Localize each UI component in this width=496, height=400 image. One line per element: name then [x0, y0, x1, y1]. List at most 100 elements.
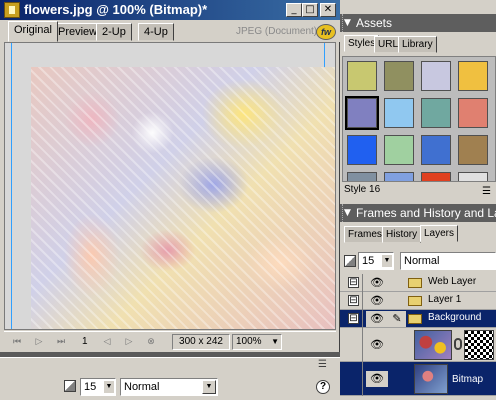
collapse-toggle[interactable]: ⊟	[348, 277, 359, 288]
canvas-area[interactable]	[4, 42, 336, 330]
style-swatch[interactable]	[421, 61, 451, 91]
panel-grip[interactable]	[340, 14, 343, 32]
layer-name: Web Layer	[428, 276, 477, 287]
style-swatch[interactable]	[421, 98, 451, 128]
collapse-toggle[interactable]: ⊟	[348, 313, 359, 324]
folder-icon	[408, 296, 422, 306]
mask-thumbnail	[464, 330, 494, 360]
layer-row-layer-1[interactable]: ⊟ 👁 Layer 1	[340, 292, 496, 310]
layer-list: ⊟ 👁 Web Layer ⊟ 👁 Layer 1 ⊟ 👁 ✎ Backgrou…	[340, 274, 496, 400]
quick-export-button[interactable]: fw	[316, 24, 336, 40]
style-swatch[interactable]	[421, 172, 451, 181]
help-icon[interactable]: ?	[316, 380, 330, 394]
layer-opacity-field[interactable]: 15 ▼	[358, 252, 394, 270]
opacity-icon	[344, 255, 356, 267]
style-swatch[interactable]	[347, 172, 377, 181]
style-swatch[interactable]	[421, 135, 451, 165]
object-row-bitmap[interactable]: 👁 Bitmap	[340, 362, 496, 396]
image-size-display: 300 x 242	[172, 334, 230, 350]
eye-icon[interactable]: 👁	[366, 275, 388, 291]
style-swatch[interactable]	[458, 135, 488, 165]
opacity-icon	[64, 380, 76, 392]
current-frame-number: 1	[82, 336, 88, 347]
opacity-field[interactable]: 15 ▼	[80, 378, 116, 396]
folder-icon	[408, 278, 422, 288]
tab-2-up[interactable]: 2-Up	[96, 23, 132, 41]
style-swatch[interactable]	[458, 172, 488, 181]
opacity-value: 15	[84, 381, 97, 393]
layers-panel-title: Frames and History and Layers	[356, 206, 496, 220]
collapse-triangle-icon[interactable]: ▼	[344, 14, 351, 32]
column-divider	[362, 328, 363, 362]
flowers-bitmap-image[interactable]	[31, 67, 335, 329]
document-view-tabs: Original Preview 2-Up 4-Up JPEG (Documen…	[0, 20, 340, 42]
document-title-bar[interactable]: flowers.jpg @ 100% (Bitmap)* _ □ ✕	[0, 0, 340, 20]
stop-icon[interactable]: ⊗	[144, 335, 158, 349]
column-divider	[362, 292, 363, 310]
layer-blend-mode-select[interactable]: Normal	[400, 252, 496, 270]
collapse-triangle-icon[interactable]: ▼	[344, 204, 351, 222]
document-window: flowers.jpg @ 100% (Bitmap)* _ □ ✕ Origi…	[0, 0, 340, 352]
object-row-masked[interactable]: 👁	[340, 328, 496, 362]
blend-mode-value: Normal	[124, 381, 160, 393]
selected-style-name: Style 16	[344, 184, 381, 195]
style-swatch[interactable]	[384, 98, 414, 128]
play-icon[interactable]: ▷	[32, 335, 46, 349]
link-icon[interactable]	[454, 338, 462, 350]
object-name: Bitmap	[452, 374, 484, 385]
tab-4-up[interactable]: 4-Up	[138, 23, 174, 41]
maximize-button[interactable]: □	[302, 3, 318, 17]
column-divider	[362, 362, 363, 396]
tab-original[interactable]: Original	[8, 21, 58, 42]
next-frame-icon[interactable]: ▷	[122, 335, 136, 349]
style-swatch[interactable]	[458, 61, 488, 91]
document-title: flowers.jpg @ 100% (Bitmap)*	[24, 2, 208, 17]
playback-bar: ⏮ ▷ ⏭ 1 ◁ ▷ ⊗ 300 x 242 100% ▼	[4, 331, 336, 351]
panel-options-icon[interactable]: ☰	[318, 359, 334, 373]
style-swatch[interactable]	[347, 61, 377, 91]
eye-icon[interactable]: 👁	[366, 293, 388, 309]
style-swatch[interactable]	[384, 172, 414, 181]
style-swatch[interactable]	[458, 98, 488, 128]
eye-icon[interactable]: 👁	[366, 311, 388, 327]
bottom-layer-bar: ☰ 15 ▼ Normal ▼ ?	[0, 357, 340, 400]
list-menu-icon[interactable]: ☰	[482, 186, 491, 197]
styles-swatch-grid	[342, 56, 496, 182]
collapse-toggle[interactable]: ⊟	[348, 295, 359, 306]
column-divider	[362, 274, 363, 292]
chevron-down-icon[interactable]: ▼	[104, 381, 114, 393]
tab-history[interactable]: History	[382, 226, 422, 243]
panel-grip[interactable]	[340, 204, 343, 222]
layer-row-web-layer[interactable]: ⊟ 👁 Web Layer	[340, 274, 496, 292]
column-divider	[362, 310, 363, 328]
minimize-button[interactable]: _	[286, 3, 302, 17]
folder-open-icon	[408, 314, 422, 324]
assets-panel-header[interactable]: ▼ Assets	[340, 14, 496, 32]
close-button[interactable]: ✕	[320, 3, 336, 17]
eye-icon[interactable]: 👁	[366, 337, 388, 353]
document-file-icon	[4, 2, 20, 18]
style-swatch[interactable]	[345, 96, 379, 130]
last-frame-icon[interactable]: ⏭	[54, 335, 68, 349]
style-swatch[interactable]	[384, 135, 414, 165]
eye-icon[interactable]: 👁	[366, 371, 388, 387]
assets-panel-title: Assets	[356, 16, 393, 30]
tab-library[interactable]: Library	[398, 36, 437, 53]
first-frame-icon[interactable]: ⏮	[10, 335, 24, 349]
zoom-value: 100%	[236, 336, 262, 347]
style-swatch[interactable]	[384, 61, 414, 91]
pencil-icon[interactable]: ✎	[388, 311, 406, 327]
layer-opacity-value: 15	[362, 255, 375, 267]
layer-row-background[interactable]: ⊟ 👁 ✎ Background	[340, 310, 496, 328]
zoom-select[interactable]: 100% ▼	[232, 334, 282, 350]
previous-frame-icon[interactable]: ◁	[100, 335, 114, 349]
tab-layers[interactable]: Layers	[420, 225, 459, 242]
chevron-down-icon[interactable]: ▼	[382, 255, 392, 267]
tab-frames[interactable]: Frames	[344, 226, 386, 243]
canvas-guide-left	[11, 43, 12, 329]
chevron-down-icon[interactable]: ▼	[202, 380, 216, 394]
layers-panel-header[interactable]: ▼ Frames and History and Layers	[340, 204, 496, 222]
object-thumbnail	[414, 330, 452, 360]
blend-mode-select[interactable]: Normal ▼	[120, 378, 218, 396]
style-swatch[interactable]	[347, 135, 377, 165]
